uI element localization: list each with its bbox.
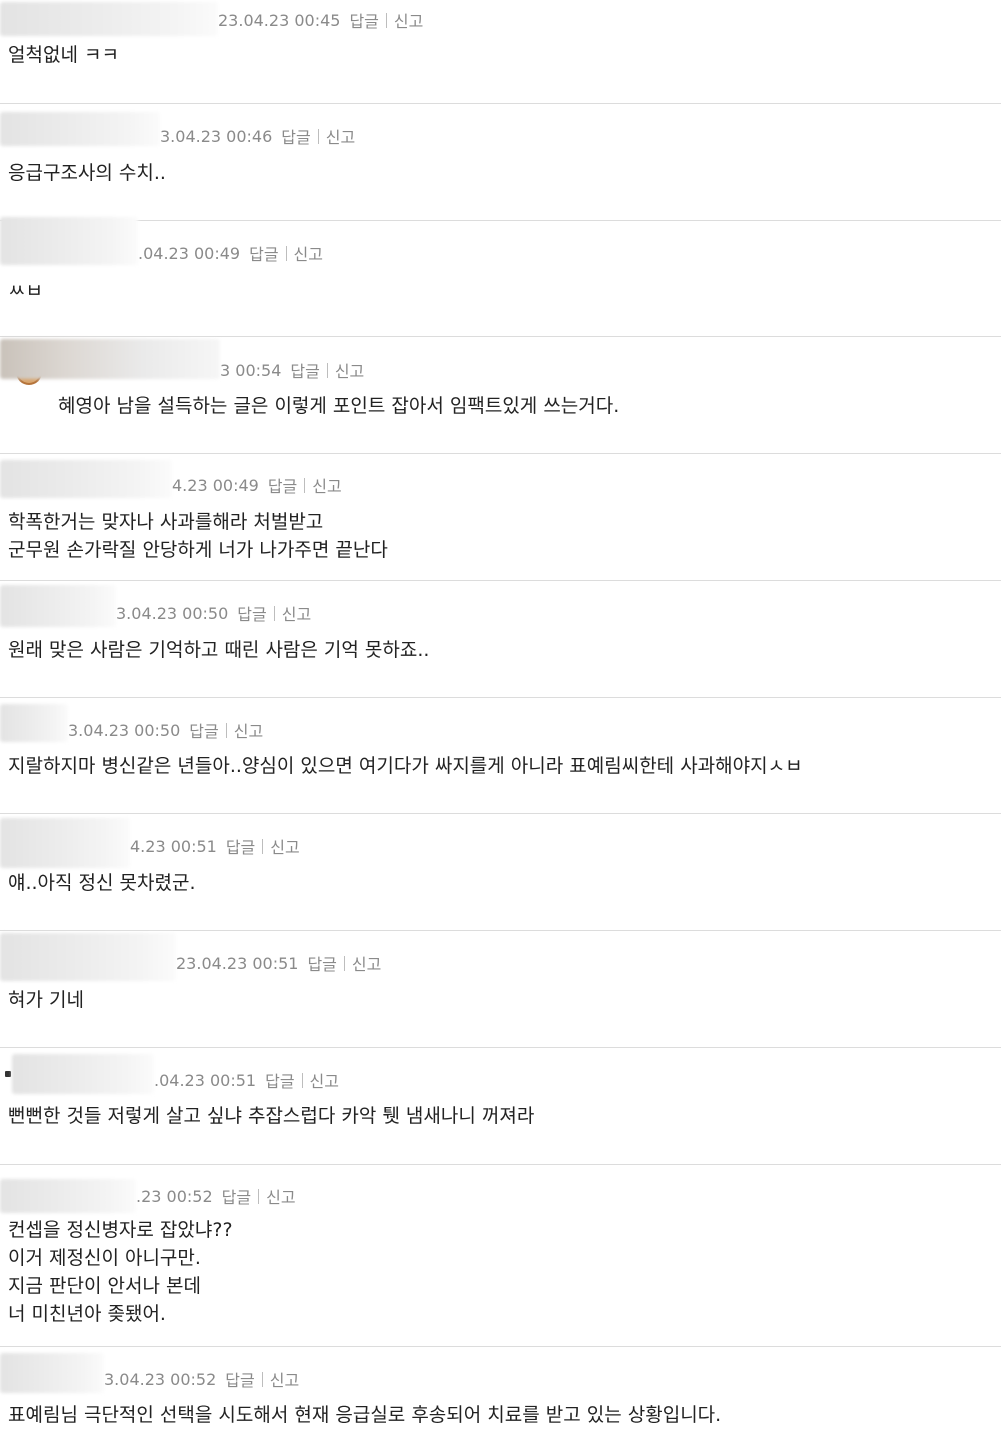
divider (225, 722, 227, 738)
report-button[interactable]: 신고 (394, 8, 423, 32)
report-button[interactable]: 신고 (270, 1367, 299, 1391)
comment-date: 3.04.23 00:50 (116, 603, 229, 623)
comment-date: 3.04.23 00:46 (160, 126, 273, 146)
blurred-username (0, 818, 130, 868)
comment-meta: .23 00:52 답글 신고 (136, 1184, 296, 1208)
comment-date: 23.04.23 00:45 (218, 10, 341, 30)
reply-button[interactable]: 답글 (307, 951, 336, 975)
comment-text: 컨셉을 정신병자로 잡았냐?? 이거 제정신이 아니구만. 지금 판단이 안서나… (8, 1219, 233, 1325)
comment-meta: 3.04.23 00:50 답글 신고 (68, 718, 263, 742)
comment-meta: 3 00:54 답글 신고 (220, 358, 364, 382)
comment-item: 23.04.23 00:45 답글 신고 얼척없네 ㅋㅋ (0, 0, 1001, 104)
comment-date: 23.04.23 00:51 (176, 953, 299, 973)
comment-item: 3 00:54 답글 신고 혜영아 남을 설득하는 글은 이렇게 포인트 잡아서… (0, 337, 1001, 454)
reply-button[interactable]: 답글 (290, 358, 319, 382)
comment-meta: 23.04.23 00:51 답글 신고 (176, 951, 381, 975)
reply-button[interactable]: 답글 (226, 834, 255, 858)
comment-date: 4.23 00:49 (172, 475, 259, 495)
comment-meta: 3.04.23 00:50 답글 신고 (116, 601, 311, 625)
report-button[interactable]: 신고 (234, 718, 263, 742)
divider (273, 605, 275, 621)
comment-date: .04.23 00:51 (154, 1070, 257, 1090)
comment-text: 원래 맞은 사람은 기억하고 때린 사람은 기억 못하죠.. (8, 639, 430, 661)
blurred-username (0, 112, 160, 146)
comment-date: .04.23 00:49 (138, 243, 241, 263)
report-button[interactable]: 신고 (266, 1184, 295, 1208)
reply-button[interactable]: 답글 (265, 1068, 294, 1092)
blurred-username (0, 339, 220, 379)
comment-date: 3.04.23 00:50 (68, 720, 181, 740)
comment-date: .23 00:52 (136, 1186, 213, 1206)
divider (385, 12, 387, 28)
comment-date: 3.04.23 00:52 (104, 1369, 217, 1389)
comment-item: 4.23 00:51 답글 신고 얘..아직 정신 못차렸군. (0, 814, 1001, 931)
comment-date: 3 00:54 (220, 360, 282, 380)
comment-item: 3.04.23 00:50 답글 신고 지랄하지마 병신같은 년들아..양심이 … (0, 698, 1001, 814)
divider (262, 838, 264, 854)
comment-text: 지랄하지마 병신같은 년들아..양심이 있으면 여기다가 싸지를게 아니라 표예… (8, 755, 803, 777)
report-button[interactable]: 신고 (310, 1068, 339, 1092)
comment-item: 23.04.23 00:51 답글 신고 혀가 기네 (0, 931, 1001, 1048)
divider (343, 955, 345, 971)
reply-button[interactable]: 답글 (268, 473, 297, 497)
report-button[interactable]: 신고 (326, 124, 355, 148)
comment-item: 3.04.23 00:50 답글 신고 원래 맞은 사람은 기억하고 때린 사람… (0, 581, 1001, 698)
comment-text: ㅆㅂ (8, 280, 43, 302)
reply-button[interactable]: 답글 (222, 1184, 251, 1208)
comment-text: 학폭한거는 맞자나 사과를해라 처벌받고 군무원 손가락질 안당하게 너가 나가… (8, 511, 388, 561)
comment-item: .04.23 00:49 답글 신고 ㅆㅂ (0, 217, 1001, 337)
comment-text: 얘..아직 정신 못차렸군. (8, 872, 196, 894)
reply-button[interactable]: 답글 (189, 718, 218, 742)
comment-meta: 3.04.23 00:46 답글 신고 (160, 124, 355, 148)
comment-item: .23 00:52 답글 신고 컨셉을 정신병자로 잡았냐?? 이거 제정신이 … (0, 1165, 1001, 1347)
reply-button[interactable]: 답글 (281, 124, 310, 148)
comment-item: .04.23 00:51 답글 신고 뻔뻔한 것들 저렇게 살고 싶냐 추잡스럽… (0, 1048, 1001, 1165)
blurred-username (0, 1179, 136, 1213)
reply-button[interactable]: 답글 (349, 8, 378, 32)
comment-item: 4.23 00:49 답글 신고 학폭한거는 맞자나 사과를해라 처벌받고 군무… (0, 454, 1001, 581)
comment-date: 4.23 00:51 (130, 836, 217, 856)
comment-text: 얼척없네 ㅋㅋ (8, 44, 119, 66)
comment-meta: 4.23 00:51 답글 신고 (130, 834, 300, 858)
comment-meta: 23.04.23 00:45 답글 신고 (218, 8, 423, 32)
blurred-username (0, 2, 218, 36)
divider (326, 362, 328, 378)
blurred-username (0, 704, 68, 742)
blurred-username (0, 1353, 104, 1393)
blurred-username (0, 217, 138, 265)
report-button[interactable]: 신고 (282, 601, 311, 625)
report-button[interactable]: 신고 (335, 358, 364, 382)
comment-item: 3.04.23 00:52 답글 신고 표예림님 극단적인 선택을 시도해서 현… (0, 1347, 1001, 1453)
divider (285, 245, 287, 261)
comment-meta: 3.04.23 00:52 답글 신고 (104, 1367, 299, 1391)
comment-item: 3.04.23 00:46 답글 신고 응급구조사의 수치.. (0, 104, 1001, 221)
avatar-icon (5, 1071, 11, 1077)
comment-meta: .04.23 00:51 답글 신고 (154, 1068, 339, 1092)
divider (304, 477, 306, 493)
comment-text: 뻔뻔한 것들 저렇게 살고 싶냐 추잡스럽다 카악 퉷 냄새나니 꺼져라 (8, 1105, 535, 1127)
divider (317, 128, 319, 144)
divider (258, 1188, 260, 1204)
blurred-username (0, 460, 172, 498)
comment-text: 응급구조사의 수치.. (8, 162, 166, 184)
divider (301, 1072, 303, 1088)
comment-meta: .04.23 00:49 답글 신고 (138, 241, 323, 265)
divider (261, 1371, 263, 1387)
comment-text: 혀가 기네 (8, 989, 84, 1011)
reply-button[interactable]: 답글 (249, 241, 278, 265)
reply-button[interactable]: 답글 (237, 601, 266, 625)
report-button[interactable]: 신고 (352, 951, 381, 975)
comment-text: 표예림님 극단적인 선택을 시도해서 현재 응급실로 후송되어 치료를 받고 있… (8, 1404, 722, 1426)
report-button[interactable]: 신고 (270, 834, 299, 858)
comment-meta: 4.23 00:49 답글 신고 (172, 473, 342, 497)
blurred-username (0, 933, 176, 981)
comment-text: 혜영아 남을 설득하는 글은 이렇게 포인트 잡아서 임팩트있게 쓰는거다. (58, 395, 620, 417)
report-button[interactable]: 신고 (312, 473, 341, 497)
reply-button[interactable]: 답글 (225, 1367, 254, 1391)
blurred-username (0, 585, 116, 627)
report-button[interactable]: 신고 (294, 241, 323, 265)
blurred-username (12, 1054, 154, 1094)
